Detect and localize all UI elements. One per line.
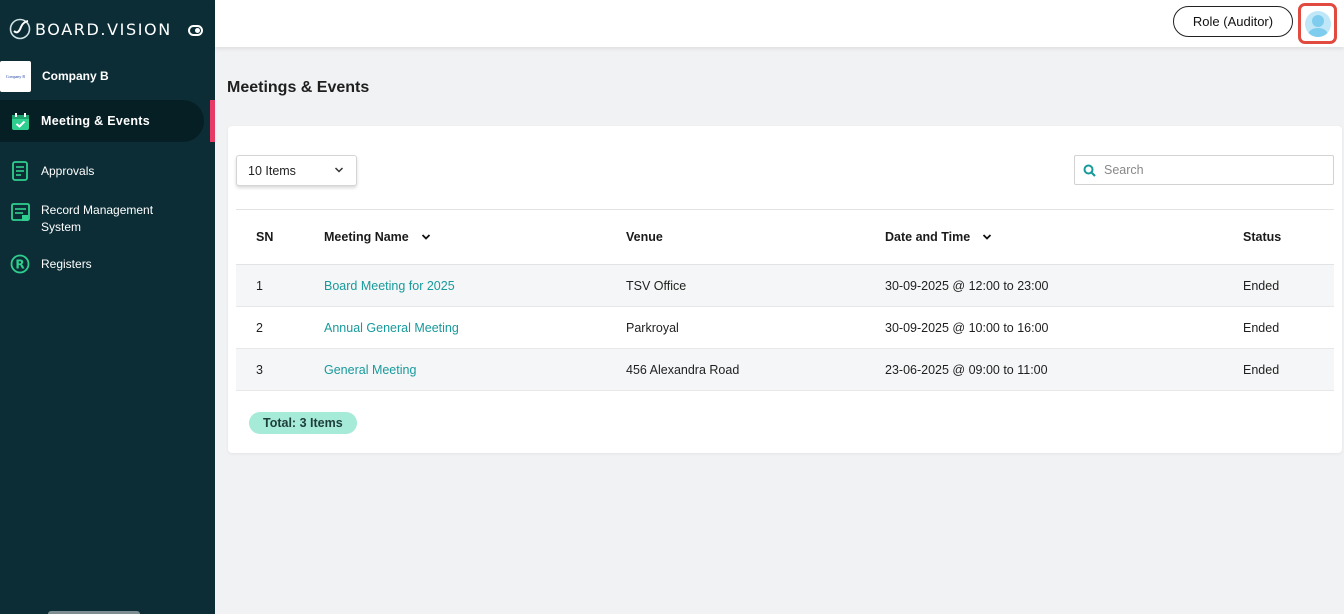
column-header-meeting-name[interactable]: Meeting Name [324,210,431,264]
table-row: 3 General Meeting 456 Alexandra Road 23-… [236,349,1334,391]
cell-status: Ended [1243,362,1280,377]
sidebar-item-label: Meeting & Events [41,113,150,128]
items-per-page-value: 10 Items [248,163,296,178]
column-header-label: Date and Time [885,230,971,244]
search-input[interactable] [1104,163,1324,177]
svg-text:R: R [15,258,24,272]
cell-venue: 456 Alexandra Road [626,362,740,377]
board-vision-logo-icon [9,18,31,40]
meeting-name-link[interactable]: General Meeting [324,349,416,390]
brand-logo[interactable]: BOARD.VISION [9,18,172,40]
sort-chevron-icon[interactable] [982,232,992,242]
company-selector[interactable]: Company B Company B [0,59,215,93]
cell-venue: TSV Office [626,278,687,293]
cell-sn: 2 [256,320,263,335]
table-header: SN Meeting Name Venue Date and Time Stat… [236,210,1334,265]
user-avatar-icon [1304,10,1331,37]
meeting-name-link[interactable]: Board Meeting for 2025 [324,265,455,306]
active-nav-indicator [210,100,215,142]
table-row: 2 Annual General Meeting Parkroyal 30-09… [236,307,1334,349]
column-header-date-time[interactable]: Date and Time [885,210,992,264]
document-icon [10,161,30,181]
meeting-name-link[interactable]: Annual General Meeting [324,307,459,348]
cell-sn: 3 [256,362,263,377]
company-logo: Company B [0,60,31,92]
cell-venue: Parkroyal [626,320,679,335]
column-header-sn: SN [256,230,274,244]
column-header-venue: Venue [626,230,663,244]
company-name: Company B [42,69,109,83]
sidebar-item-meeting-events[interactable]: Meeting & Events [0,100,204,142]
sidebar-item-label: Approvals [41,163,95,178]
calendar-check-icon [10,111,30,131]
search-icon [1083,164,1096,177]
role-button[interactable]: Role (Auditor) [1173,6,1293,37]
cell-sn: 1 [256,278,263,293]
sidebar-nav: Meeting & Events Approvals Record Manage… [0,100,215,286]
meetings-card: 10 Items SN Meeting Name Venue Date and … [228,126,1342,453]
table-row: 1 Board Meeting for 2025 TSV Office 30-0… [236,265,1334,307]
sidebar: BOARD.VISION Company B Company B Meeting… [0,0,215,614]
sort-chevron-icon[interactable] [421,232,431,242]
cell-date-time: 30-09-2025 @ 10:00 to 16:00 [885,320,1049,335]
brand-name: BOARD.VISION [35,19,172,39]
chevron-down-icon [334,167,344,173]
top-bar: Role (Auditor) [215,0,1344,47]
column-header-label: Meeting Name [324,230,409,244]
sidebar-item-registers[interactable]: R Registers [0,242,215,286]
sidebar-item-label: Registers [41,256,92,271]
meetings-table: SN Meeting Name Venue Date and Time Stat… [236,209,1334,391]
cell-date-time: 30-09-2025 @ 12:00 to 23:00 [885,278,1049,293]
record-icon [10,202,30,222]
items-per-page-select[interactable]: 10 Items [236,155,357,186]
user-avatar-button[interactable] [1298,3,1337,44]
cell-status: Ended [1243,278,1280,293]
cell-status: Ended [1243,320,1280,335]
sidebar-item-record-management[interactable]: Record Management System [0,200,215,240]
registered-icon: R [10,254,30,274]
column-header-status: Status [1243,230,1282,244]
sidebar-item-approvals[interactable]: Approvals [0,142,215,200]
sidebar-item-label: Record Management System [41,203,154,234]
page-title: Meetings & Events [227,79,370,96]
search-box[interactable] [1074,155,1334,185]
sidebar-toggle-icon[interactable] [188,25,203,36]
cell-date-time: 23-06-2025 @ 09:00 to 11:00 [885,362,1048,377]
total-items-badge: Total: 3 Items [249,412,357,434]
